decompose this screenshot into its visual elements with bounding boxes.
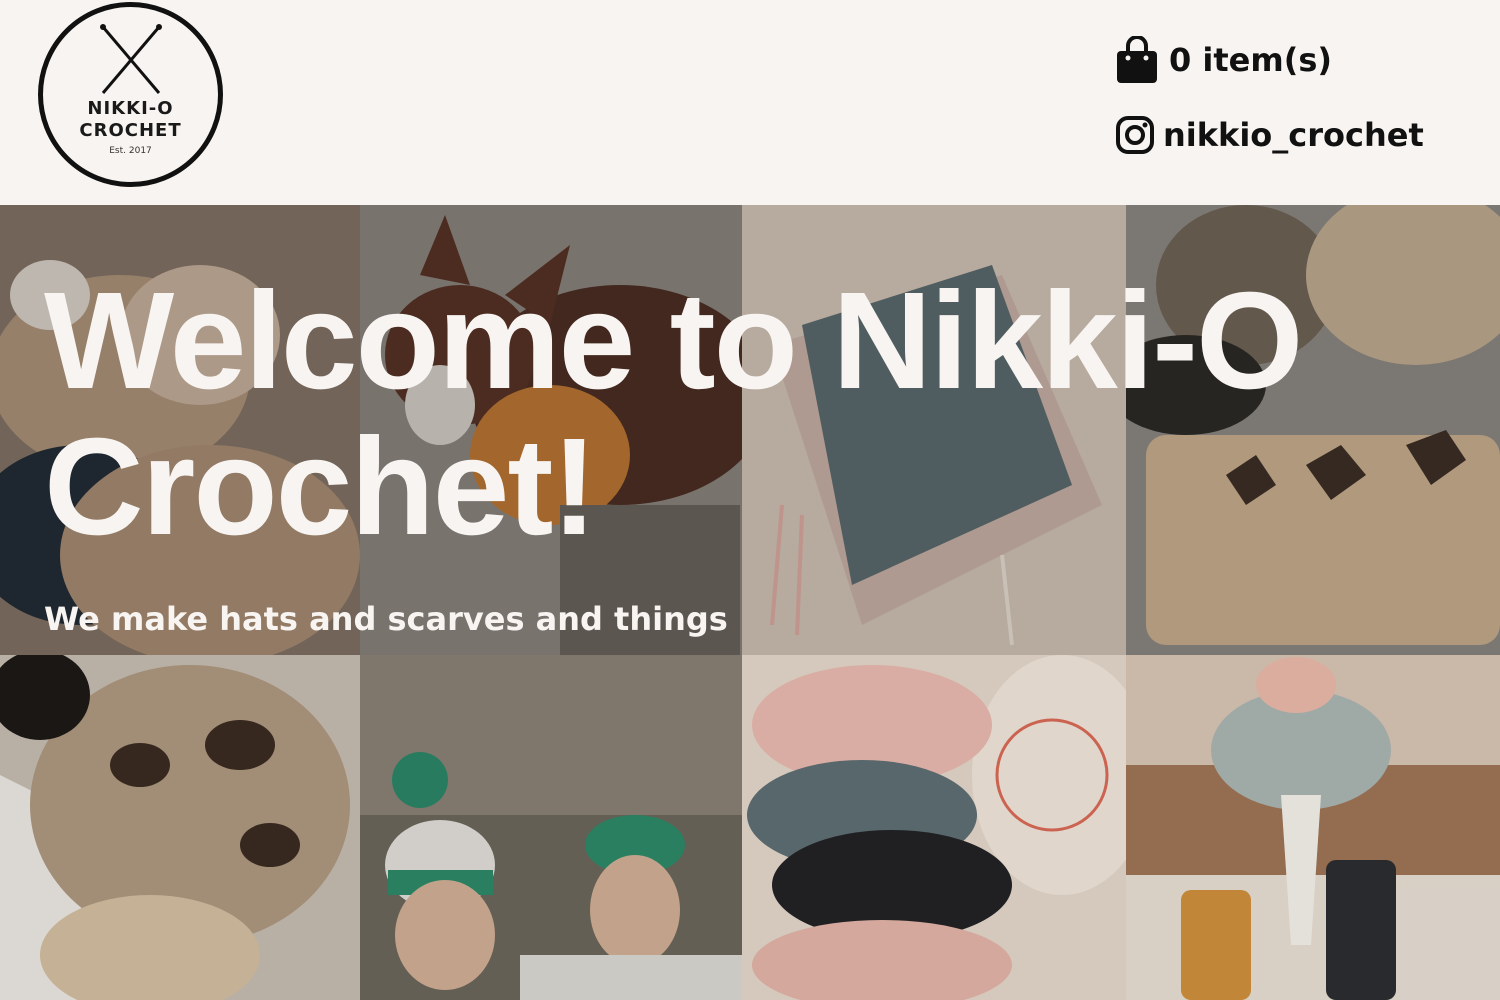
flowers-candles-image xyxy=(1126,655,1500,1000)
leopard-beanie-image xyxy=(0,655,360,1000)
cart-count: 0 item(s) xyxy=(1169,41,1333,79)
flowers-candles-photo xyxy=(1126,655,1500,1000)
instagram-icon xyxy=(1116,116,1154,154)
logo-line-1: NIKKI-O xyxy=(87,98,174,119)
site-header: NIKKI-O CROCHET Est. 2017 0 item(s) nikk… xyxy=(0,0,1500,205)
cart-link[interactable]: 0 item(s) xyxy=(1115,34,1332,86)
two-girls-beanies-photo xyxy=(360,655,742,1000)
knitting-needles-icon xyxy=(99,24,162,94)
instagram-link[interactable]: nikkio_crochet xyxy=(1115,110,1424,160)
two-girls-beanies-image xyxy=(360,655,742,1000)
instagram-handle: nikkio_crochet xyxy=(1163,116,1424,154)
leopard-beanie-photo xyxy=(0,655,360,1000)
hero-title: Welcome to Nikki-O Crochet! xyxy=(44,264,1303,564)
brand-logo[interactable]: NIKKI-O CROCHET Est. 2017 xyxy=(38,2,223,187)
scrunchies-image xyxy=(742,655,1126,1000)
logo-line-2: CROCHET xyxy=(79,120,182,141)
hero-subtitle: We make hats and scarves and things xyxy=(44,600,728,638)
shopping-bag-icon xyxy=(1117,36,1157,83)
logo-established: Est. 2017 xyxy=(109,146,152,156)
scrunchies-photo xyxy=(742,655,1126,1000)
